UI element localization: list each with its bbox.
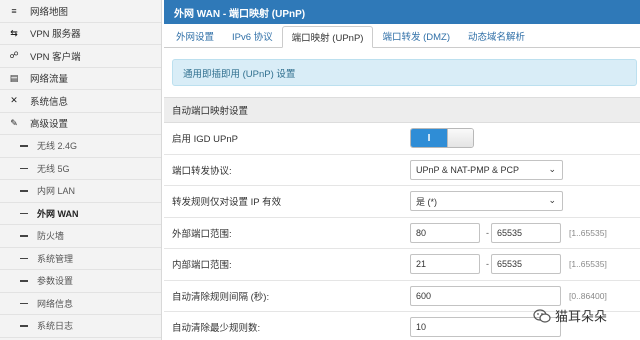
info-banner: 通用即插即用 (UPnP) 设置 xyxy=(172,59,637,86)
sidebar-sub-label: 外网 WAN xyxy=(37,208,79,219)
sidebar-sub-firewall[interactable]: 防火墙 xyxy=(0,225,161,248)
sidebar-sub-wireless-24[interactable]: 无线 2.4G xyxy=(0,135,161,158)
external-port-from-input[interactable]: 80 xyxy=(410,222,480,243)
toggle-on-indicator: I xyxy=(411,129,447,148)
dash-icon xyxy=(20,167,28,169)
traffic-icon: ▤ xyxy=(9,72,19,83)
igd-label: 启用 IGD UPnP xyxy=(172,134,238,146)
sidebar: ≡ 网络地图 ⇆ VPN 服务器 ☍ VPN 客户端 ▤ 网络流量 ✕ 系统信息 ✎ 高级设… xyxy=(0,0,162,340)
form-row-internal-ports: 内部端口范围: 21 - 65535 [1..65535] xyxy=(164,249,640,281)
form-row-ip-only: 转发规则仅对设置 IP 有效 是 (*) ⌄ xyxy=(164,186,640,218)
external-port-range-hint: [1..65535] xyxy=(569,227,607,238)
sidebar-sub-label: 无线 5G xyxy=(37,163,70,174)
external-port-to-input[interactable]: 65535 xyxy=(491,222,561,243)
internal-port-range-hint: [1..65535] xyxy=(569,259,607,270)
sidebar-item-label: VPN 客户端 xyxy=(30,51,81,63)
dash-icon xyxy=(20,257,28,259)
tab-wan-settings[interactable]: 外网设置 xyxy=(167,25,223,47)
chevron-down-icon: ⌄ xyxy=(548,163,556,174)
sidebar-sub-lan[interactable]: 内网 LAN xyxy=(0,180,161,203)
sidebar-sub-label: 内网 LAN xyxy=(37,186,76,197)
tab-bar: 外网设置 IPv6 协议 端口映射 (UPnP) 端口转发 (DMZ) 动态域名… xyxy=(164,24,640,48)
range-separator: - xyxy=(486,227,489,238)
ip-only-select-value: 是 (*) xyxy=(416,196,437,207)
sidebar-sub-wireless-5[interactable]: 无线 5G xyxy=(0,158,161,180)
dash-icon xyxy=(20,325,28,327)
sidebar-sub-netinfo[interactable]: 网络信息 xyxy=(0,293,161,315)
sidebar-item-label: 网络地图 xyxy=(30,6,69,18)
vpn-server-icon: ⇆ xyxy=(10,27,18,38)
main-panel: 外网 WAN - 端口映射 (UPnP) 外网设置 IPv6 协议 端口映射 (… xyxy=(164,0,640,340)
ip-only-label: 转发规则仅对设置 IP 有效 xyxy=(172,197,282,209)
wechat-icon xyxy=(533,308,551,323)
clean-interval-input[interactable]: 600 xyxy=(410,285,561,306)
system-info-icon: ✕ xyxy=(10,95,18,106)
protocol-select[interactable]: UPnP & NAT-PMP & PCP ⌄ xyxy=(410,159,563,180)
tab-port-forward[interactable]: 端口转发 (DMZ) xyxy=(373,25,459,47)
internal-port-from-input[interactable]: 21 xyxy=(410,254,480,275)
sidebar-sub-label: 参数设置 xyxy=(37,276,74,287)
sidebar-item-advanced[interactable]: ✎ 高级设置 xyxy=(0,113,161,135)
watermark-text: 猫耳朵朵 xyxy=(555,309,608,324)
sidebar-sub-label: 系统日志 xyxy=(37,321,74,332)
sidebar-sub-label: 防火墙 xyxy=(37,231,65,242)
external-ports-label: 外部端口范围: xyxy=(172,228,232,240)
tab-upnp[interactable]: 端口映射 (UPnP) xyxy=(281,26,374,48)
chevron-down-icon: ⌄ xyxy=(548,195,556,206)
sidebar-item-label: 网络流量 xyxy=(30,74,69,86)
sidebar-sub-label: 无线 2.4G xyxy=(37,141,78,152)
dash-icon xyxy=(20,190,28,192)
clean-interval-label: 自动清除规则间隔 (秒): xyxy=(172,291,270,303)
internal-ports-label: 内部端口范围: xyxy=(172,260,232,272)
sidebar-item-vpn-server[interactable]: ⇆ VPN 服务器 xyxy=(0,23,161,45)
sidebar-item-label: VPN 服务器 xyxy=(30,29,81,41)
protocol-select-value: UPnP & NAT-PMP & PCP xyxy=(416,164,520,175)
watermark: 猫耳朵朵 xyxy=(533,306,607,325)
network-map-icon: ≡ xyxy=(11,5,17,16)
dash-icon xyxy=(20,280,28,282)
range-separator: - xyxy=(486,259,489,270)
clean-min-label: 自动清除最少规则数: xyxy=(172,323,261,335)
sidebar-item-vpn-client[interactable]: ☍ VPN 客户端 xyxy=(0,45,161,68)
protocol-label: 端口转发协议: xyxy=(172,165,232,177)
sidebar-sub-label: 系统管理 xyxy=(37,253,74,264)
form-row-igd: 启用 IGD UPnP I xyxy=(164,123,640,155)
dash-icon xyxy=(20,235,28,237)
wrench-icon: ✎ xyxy=(10,117,18,128)
sidebar-item-system-info[interactable]: ✕ 系统信息 xyxy=(0,90,161,113)
sidebar-sub-syslog[interactable]: 系统日志 xyxy=(0,315,161,338)
form-row-external-ports: 外部端口范围: 80 - 65535 [1..65535] xyxy=(164,218,640,249)
sidebar-item-label: 高级设置 xyxy=(30,119,69,131)
sidebar-item-traffic[interactable]: ▤ 网络流量 xyxy=(0,68,161,90)
section-title: 自动端口映射设置 xyxy=(164,97,640,123)
sidebar-item-label: 系统信息 xyxy=(30,96,69,108)
sidebar-sub-admin[interactable]: 系统管理 xyxy=(0,248,161,270)
tab-ddns[interactable]: 动态域名解析 xyxy=(459,25,534,47)
sidebar-sub-label: 网络信息 xyxy=(37,298,74,309)
clean-interval-range-hint: [0..86400] xyxy=(569,290,607,301)
dash-icon xyxy=(20,302,28,304)
dash-icon xyxy=(20,145,28,147)
dash-icon xyxy=(20,212,28,214)
sidebar-sub-params[interactable]: 参数设置 xyxy=(0,270,161,293)
vpn-client-icon: ☍ xyxy=(9,50,19,61)
sidebar-sub-wan[interactable]: 外网 WAN xyxy=(0,203,161,225)
page-title: 外网 WAN - 端口映射 (UPnP) xyxy=(164,0,640,24)
form-row-protocol: 端口转发协议: UPnP & NAT-PMP & PCP ⌄ xyxy=(164,155,640,186)
ip-only-select[interactable]: 是 (*) ⌄ xyxy=(410,191,563,212)
igd-toggle[interactable]: I xyxy=(410,128,474,149)
tab-ipv6[interactable]: IPv6 协议 xyxy=(223,25,282,47)
internal-port-to-input[interactable]: 65535 xyxy=(491,254,561,275)
toggle-knob xyxy=(447,129,473,148)
sidebar-item-network-map[interactable]: ≡ 网络地图 xyxy=(0,0,161,23)
